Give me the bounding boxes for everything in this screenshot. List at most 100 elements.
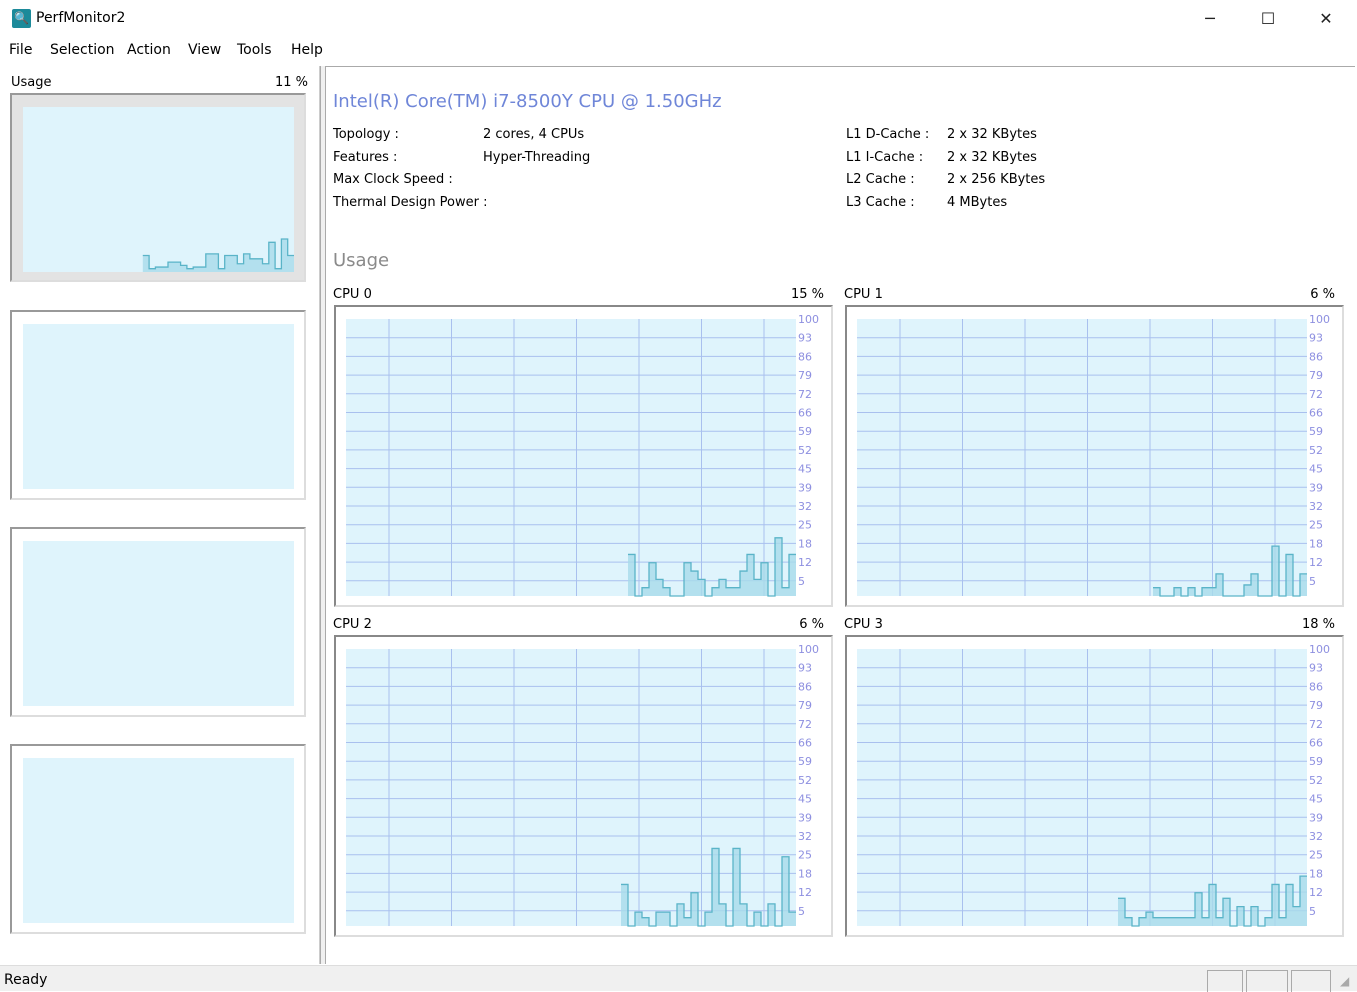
y-tick-label: 100: [1309, 313, 1330, 326]
y-tick-label: 5: [798, 905, 805, 918]
status-panel: [1246, 970, 1288, 992]
y-tick-label: 25: [798, 519, 812, 532]
plot-background: [346, 649, 796, 926]
cpu-chart-svg: 100 93 86 79 72 66 59 52 45 39 32 25 18 12 5: [857, 643, 1330, 927]
y-tick-label: 100: [798, 313, 819, 326]
y-tick-label: 72: [1309, 388, 1323, 401]
y-tick-label: 72: [798, 388, 812, 401]
y-tick-label: 86: [1309, 680, 1323, 693]
y-tick-label: 93: [798, 332, 812, 345]
y-tick-label: 79: [1309, 699, 1323, 712]
mini-chart: [23, 758, 294, 923]
y-tick-label: 72: [798, 718, 812, 731]
cpu-chart-0: 100 93 86 79 72 66 59 52 45 39 32 25 18 12 5: [334, 305, 833, 607]
y-tick-label: 45: [798, 793, 812, 806]
cpu-chart-3: 100 93 86 79 72 66 59 52 45 39 32 25 18 12 5: [845, 635, 1344, 937]
sidebar-tile-value: 11 %: [275, 75, 309, 90]
y-tick-label: 39: [1309, 481, 1323, 494]
y-tick-label: 52: [1309, 774, 1323, 787]
y-tick-label: 59: [1309, 755, 1323, 768]
y-tick-label: 18: [798, 537, 812, 550]
status-panel: [1207, 970, 1243, 992]
y-tick-label: 79: [798, 369, 812, 382]
y-tick-label: 18: [1309, 537, 1323, 550]
y-tick-label: 12: [1309, 886, 1323, 899]
perfmonitor-icon: 🔍: [12, 9, 31, 28]
usage-heading: Usage: [333, 250, 390, 271]
y-tick-label: 93: [1309, 332, 1323, 345]
cpu-chart-value: 6 %: [1310, 287, 1335, 302]
y-tick-label: 12: [798, 886, 812, 899]
sidebar-tile-usage[interactable]: [10, 93, 306, 282]
menu-action[interactable]: Action: [127, 42, 171, 58]
menu-bar: File Selection Action View Tools Help: [0, 38, 1357, 64]
y-tick-label: 5: [798, 575, 805, 588]
status-text: Ready: [4, 972, 48, 988]
info-value: 2 x 32 KBytes: [947, 127, 1037, 142]
resize-grip-icon[interactable]: ◢: [1340, 974, 1349, 988]
cpu-chart-svg: 100 93 86 79 72 66 59 52 45 39 32 25 18 12 5: [346, 313, 819, 597]
info-label: L1 D-Cache :: [846, 127, 930, 142]
cpu-chart-title: CPU 2: [333, 617, 372, 632]
y-tick-label: 59: [798, 425, 812, 438]
plot-background: [346, 319, 796, 596]
info-label: Max Clock Speed :: [333, 172, 453, 187]
y-tick-label: 45: [1309, 463, 1323, 476]
cpu-chart-value: 18 %: [1301, 617, 1335, 632]
y-tick-label: 12: [1309, 556, 1323, 569]
maximize-button[interactable]: ☐: [1239, 0, 1297, 38]
y-tick-label: 59: [798, 755, 812, 768]
minimize-button[interactable]: ─: [1181, 0, 1239, 38]
status-panel: [1291, 970, 1331, 992]
close-button[interactable]: ✕: [1297, 0, 1355, 38]
cpu-info-left-values: 2 cores, 4 CPUs Hyper-Threading: [483, 124, 590, 169]
cpu-chart-value: 15 %: [790, 287, 824, 302]
y-tick-label: 18: [798, 867, 812, 880]
menu-tools[interactable]: Tools: [237, 42, 272, 58]
cpu-chart-2: 100 93 86 79 72 66 59 52 45 39 32 25 18 12 5: [334, 635, 833, 937]
cpu-chart-title: CPU 1: [844, 287, 883, 302]
cpu-chart-svg: 100 93 86 79 72 66 59 52 45 39 32 25 18 12 5: [857, 313, 1330, 597]
info-label: L2 Cache :: [846, 172, 915, 187]
cpu-info-right: L1 D-Cache : L1 I-Cache : L2 Cache : L3 …: [846, 124, 929, 214]
sidebar-tile-label: Usage: [11, 75, 52, 90]
info-value: Hyper-Threading: [483, 149, 591, 165]
info-label: L3 Cache :: [846, 194, 915, 210]
info-label: L1 I-Cache :: [846, 149, 924, 165]
y-tick-label: 66: [798, 737, 812, 750]
y-tick-label: 86: [1309, 350, 1323, 363]
cpu-chart-value: 6 %: [799, 617, 824, 632]
plot-background: [23, 107, 294, 272]
y-tick-label: 66: [798, 407, 812, 420]
cpu-chart-title: CPU 0: [333, 287, 372, 302]
sidebar-tile[interactable]: [10, 527, 306, 717]
info-value: 2 x 32 KBytes: [947, 149, 1037, 165]
y-tick-label: 66: [1309, 737, 1323, 750]
y-tick-label: 25: [798, 849, 812, 862]
info-value: 2 x 256 KBytes: [947, 172, 1046, 187]
y-tick-label: 32: [798, 500, 812, 513]
mini-chart: [23, 324, 294, 489]
y-tick-label: 52: [798, 444, 812, 457]
y-tick-label: 86: [798, 680, 812, 693]
y-tick-label: 18: [1309, 867, 1323, 880]
y-tick-label: 93: [798, 662, 812, 675]
sidebar-tile[interactable]: [10, 744, 306, 934]
y-tick-label: 93: [1309, 662, 1323, 675]
y-tick-label: 39: [798, 811, 812, 824]
status-bar: Ready ◢: [0, 965, 1357, 992]
menu-view[interactable]: View: [188, 42, 221, 58]
cpu-info-right-values: 2 x 32 KBytes 2 x 32 KBytes 2 x 256 KByt…: [947, 124, 1045, 214]
y-tick-label: 45: [798, 463, 812, 476]
menu-selection[interactable]: Selection: [50, 42, 115, 58]
plot-background: [857, 649, 1307, 926]
y-tick-label: 79: [1309, 369, 1323, 382]
y-tick-label: 25: [1309, 849, 1323, 862]
menu-file[interactable]: File: [9, 42, 32, 58]
y-tick-label: 45: [1309, 793, 1323, 806]
menu-help[interactable]: Help: [291, 42, 323, 58]
cpu-chart-svg: 100 93 86 79 72 66 59 52 45 39 32 25 18 12 5: [346, 643, 819, 927]
sidebar-tile[interactable]: [10, 310, 306, 500]
y-tick-label: 39: [1309, 811, 1323, 824]
info-label: Topology :: [333, 127, 399, 142]
